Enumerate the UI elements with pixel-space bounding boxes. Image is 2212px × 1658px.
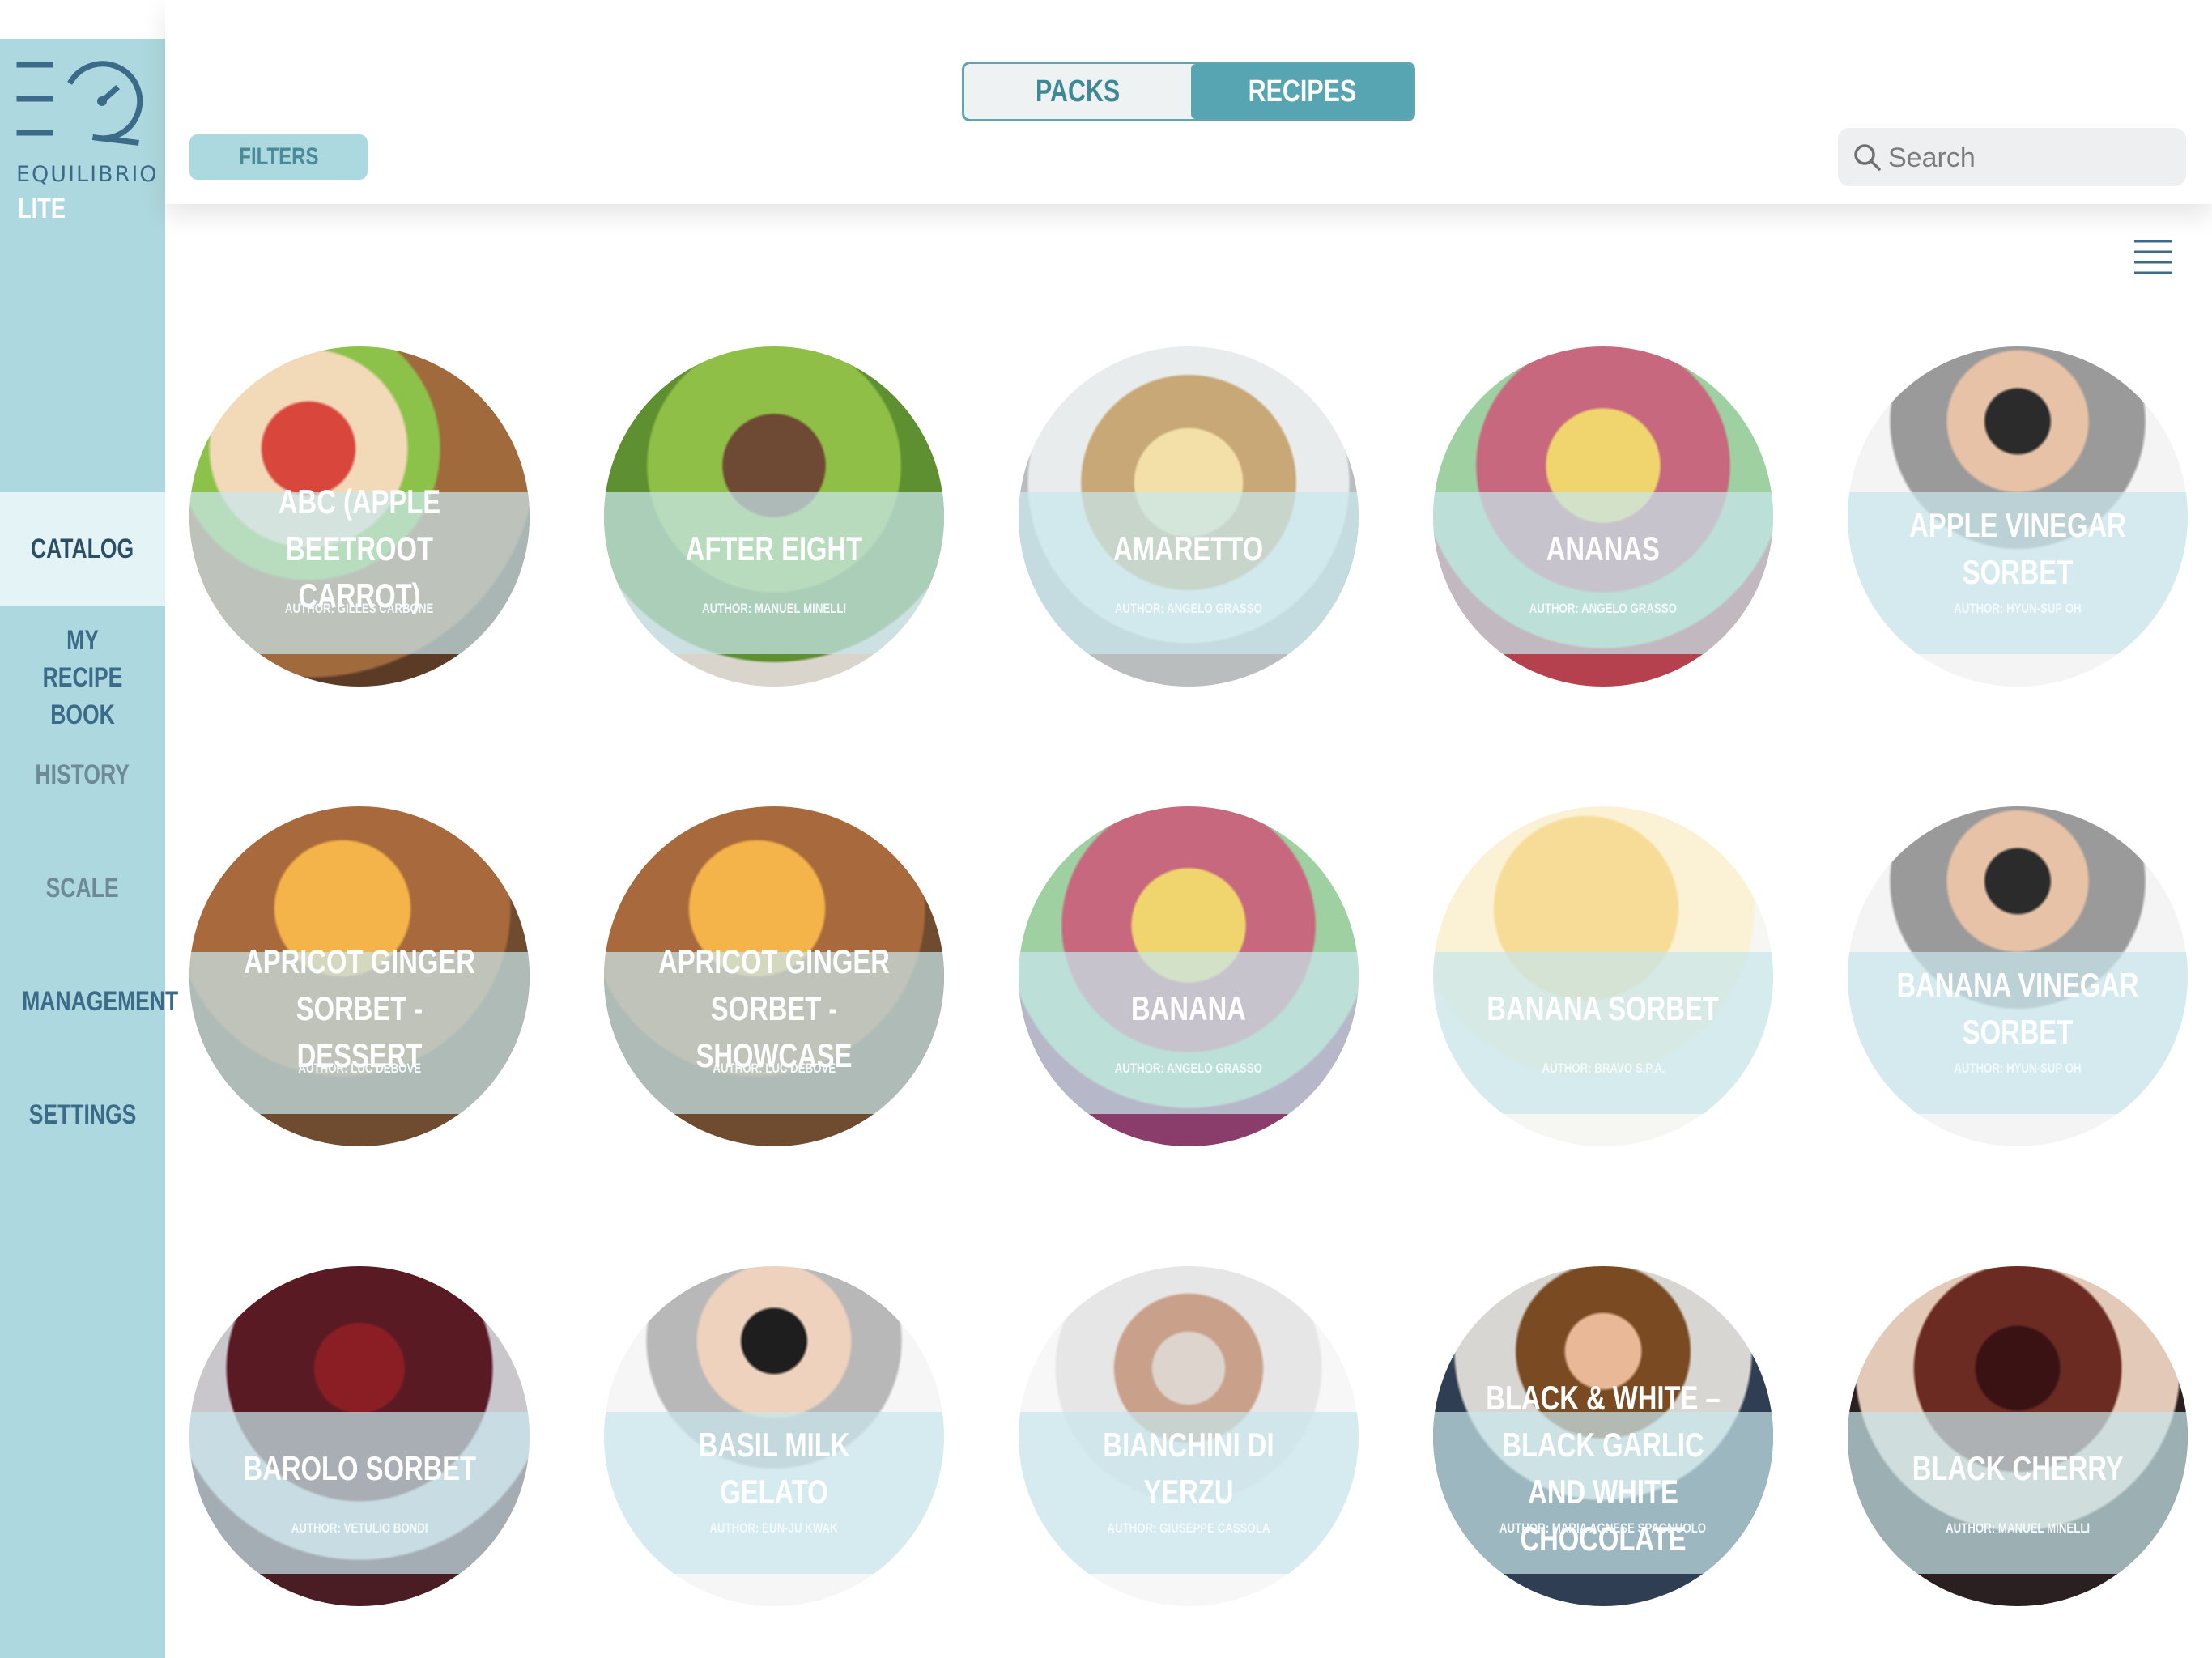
recipe-card[interactable]: APRICOT GINGER SORBET - DESSERT AUTHOR: …	[189, 806, 530, 1146]
logo-text: EQUILIBRIO	[16, 162, 159, 187]
sidebar-item-scale[interactable]: SCALE	[0, 869, 165, 907]
tab-label: RECIPES	[1248, 74, 1356, 108]
recipe-card[interactable]: AFTER EIGHT AUTHOR: MANUEL MINELLI	[604, 346, 944, 687]
recipe-author: AUTHOR: MANUEL MINELLI	[701, 601, 847, 616]
recipe-card[interactable]: BAROLO SORBET AUTHOR: VETULIO BONDI	[189, 1266, 530, 1606]
recipe-card[interactable]: APRICOT GINGER SORBET - SHOWCASE AUTHOR:…	[604, 806, 944, 1146]
recipe-title: BASIL MILK GELATO	[698, 1426, 850, 1511]
recipe-author: AUTHOR: HYUN-SUP OH	[1954, 601, 2082, 616]
recipe-author: AUTHOR: ANGELO GRASSO	[1114, 601, 1263, 616]
sidebar-item-label: MY RECIPE BOOK	[42, 625, 123, 730]
sidebar-item-my-recipe-book[interactable]: MY RECIPE BOOK	[0, 622, 165, 733]
recipe-title: BAROLO SORBET	[243, 1449, 476, 1487]
recipe-card[interactable]: BANANA SORBET AUTHOR: BRAVO S.P.A.	[1433, 806, 1773, 1146]
tab-label: PACKS	[1035, 74, 1121, 108]
recipe-author: AUTHOR: VETULIO BONDI	[291, 1520, 428, 1536]
sidebar-item-catalog[interactable]: CATALOG	[0, 492, 165, 606]
recipe-card[interactable]: ANANAS AUTHOR: ANGELO GRASSO	[1433, 346, 1773, 687]
recipe-author: AUTHOR: MARIA AGNESE SPAGNUOLO	[1499, 1520, 1707, 1536]
recipe-card[interactable]: BLACK & WHITE – BLACK GARLIC AND WHITE C…	[1433, 1266, 1773, 1606]
recipe-title: BLACK CHERRY	[1912, 1449, 2124, 1487]
recipe-title: AFTER EIGHT	[685, 529, 863, 568]
recipe-card[interactable]: BLACK CHERRY AUTHOR: MANUEL MINELLI	[1848, 1266, 2188, 1606]
recipe-title: ANANAS	[1546, 529, 1661, 568]
recipe-card[interactable]: APPLE VINEGAR SORBET AUTHOR: HYUN-SUP OH	[1848, 346, 2188, 687]
recipe-author: AUTHOR: ANGELO GRASSO	[1114, 1061, 1263, 1076]
sidebar-item-label: HISTORY	[35, 759, 130, 790]
recipe-title: AMARETTO	[1113, 529, 1264, 568]
recipe-title: ABC (APPLE BEETROOT CARROT)	[278, 483, 441, 614]
sidebar-item-label: CATALOG	[31, 534, 134, 564]
sidebar-item-label: MANAGEMENT	[22, 986, 179, 1017]
recipe-author: AUTHOR: LUC DEBOVE	[298, 1061, 421, 1076]
sidebar-item-history[interactable]: HISTORY	[0, 756, 165, 793]
recipe-title: APRICOT GINGER SORBET - SHOWCASE	[658, 942, 890, 1074]
recipe-author: AUTHOR: BRAVO S.P.A.	[1541, 1061, 1665, 1076]
recipe-author: AUTHOR: HYUN-SUP OH	[1954, 1061, 2082, 1076]
recipe-title: BANANA	[1131, 989, 1246, 1027]
sidebar-item-settings[interactable]: SETTINGS	[0, 1096, 165, 1133]
recipe-title: APPLE VINEGAR SORBET	[1909, 506, 2126, 591]
sidebar-item-label: SCALE	[46, 873, 119, 903]
recipe-title: BIANCHINI DI YERZU	[1103, 1426, 1274, 1511]
tab-recipes[interactable]: RECIPES	[1191, 64, 1413, 119]
equilibrio-logo-icon	[16, 61, 143, 146]
recipe-author: AUTHOR: GILLES CARBONE	[285, 601, 434, 616]
sidebar: EQUILIBRIO LITE CATALOG MY RECIPE BOOK H…	[0, 39, 178, 1658]
filters-label: FILTERS	[238, 143, 319, 170]
recipe-card[interactable]: ABC (APPLE BEETROOT CARROT) AUTHOR: GILL…	[189, 346, 530, 687]
recipe-title: APRICOT GINGER SORBET - DESSERT	[244, 942, 475, 1074]
filters-button[interactable]: FILTERS	[189, 134, 368, 180]
recipe-author: AUTHOR: GIUSEPPE CASSOLA	[1107, 1520, 1270, 1536]
header: PACKS RECIPES FILTERS	[165, 0, 2212, 204]
search-icon	[1854, 144, 1881, 171]
sidebar-item-management[interactable]: MANAGEMENT	[0, 983, 178, 1020]
recipe-title: BANANA SORBET	[1487, 989, 1720, 1027]
sidebar-item-label: SETTINGS	[28, 1099, 137, 1130]
search-bar[interactable]	[1838, 128, 2186, 186]
recipe-title: BANANA VINEGAR SORBET	[1896, 966, 2139, 1051]
recipe-card[interactable]: BANANA AUTHOR: ANGELO GRASSO	[1019, 806, 1359, 1146]
search-input[interactable]	[1887, 134, 2173, 181]
edition-label: LITE	[18, 193, 66, 224]
tab-packs[interactable]: PACKS	[964, 64, 1191, 119]
recipe-author: AUTHOR: MANUEL MINELLI	[1945, 1520, 2091, 1536]
recipe-card[interactable]: AMARETTO AUTHOR: ANGELO GRASSO	[1019, 346, 1359, 687]
recipe-card[interactable]: BANANA VINEGAR SORBET AUTHOR: HYUN-SUP O…	[1848, 806, 2188, 1146]
recipe-author: AUTHOR: LUC DEBOVE	[713, 1061, 836, 1076]
recipe-card[interactable]: BIANCHINI DI YERZU AUTHOR: GIUSEPPE CASS…	[1019, 1266, 1359, 1606]
menu-icon[interactable]	[2133, 238, 2173, 277]
recipe-card[interactable]: BASIL MILK GELATO AUTHOR: EUN-JU KWAK	[604, 1266, 944, 1606]
recipe-author: AUTHOR: EUN-JU KWAK	[709, 1520, 839, 1536]
packs-recipes-segmented-control: PACKS RECIPES	[962, 62, 1415, 121]
recipe-title: BLACK & WHITE – BLACK GARLIC AND WHITE C…	[1486, 1379, 1721, 1558]
recipe-author: AUTHOR: ANGELO GRASSO	[1529, 601, 1678, 616]
